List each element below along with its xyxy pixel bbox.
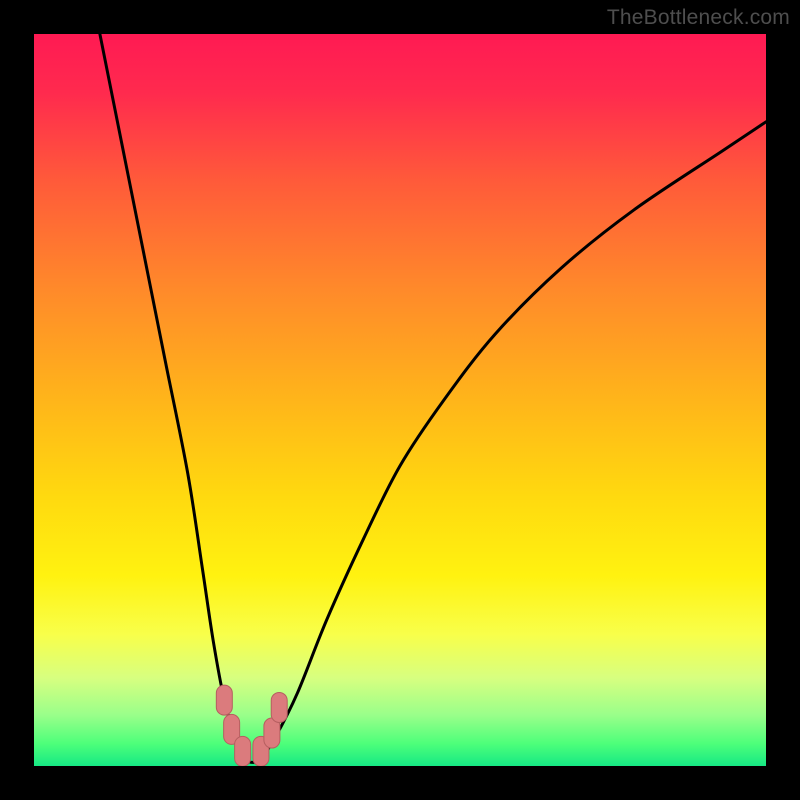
bottleneck-curve [100, 34, 766, 762]
marker-dot [271, 692, 287, 722]
attribution-text: TheBottleneck.com [607, 6, 790, 30]
curve-markers [216, 685, 287, 766]
marker-dot [216, 685, 232, 715]
curve-layer [34, 34, 766, 766]
chart-frame: TheBottleneck.com [0, 0, 800, 800]
marker-dot [235, 736, 251, 766]
plot-area [34, 34, 766, 766]
